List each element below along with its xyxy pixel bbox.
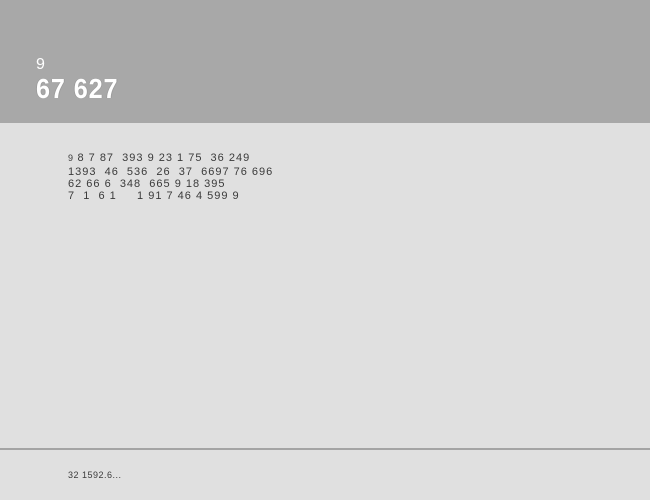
content-line-1: 1393 46 536 26 37 6697 76 696 bbox=[68, 166, 582, 178]
header-title: 67 627 bbox=[36, 73, 556, 105]
content: 9 8 7 87 393 9 23 1 75 36 249 1393 46 53… bbox=[0, 123, 650, 448]
content-line-0: 8 7 87 393 9 23 1 75 36 249 bbox=[77, 152, 250, 164]
footer-text: 32 1592.6... bbox=[68, 470, 582, 480]
header: 9 67 627 bbox=[0, 0, 650, 123]
content-line-2: 62 66 6 348 665 9 18 395 bbox=[68, 178, 582, 190]
header-small-text: 9 bbox=[36, 57, 614, 73]
content-line-3: 7 1 6 1 1 91 7 46 4 599 9 bbox=[68, 190, 582, 202]
content-small-text: 9 bbox=[68, 153, 73, 163]
footer: 32 1592.6... bbox=[0, 448, 650, 500]
